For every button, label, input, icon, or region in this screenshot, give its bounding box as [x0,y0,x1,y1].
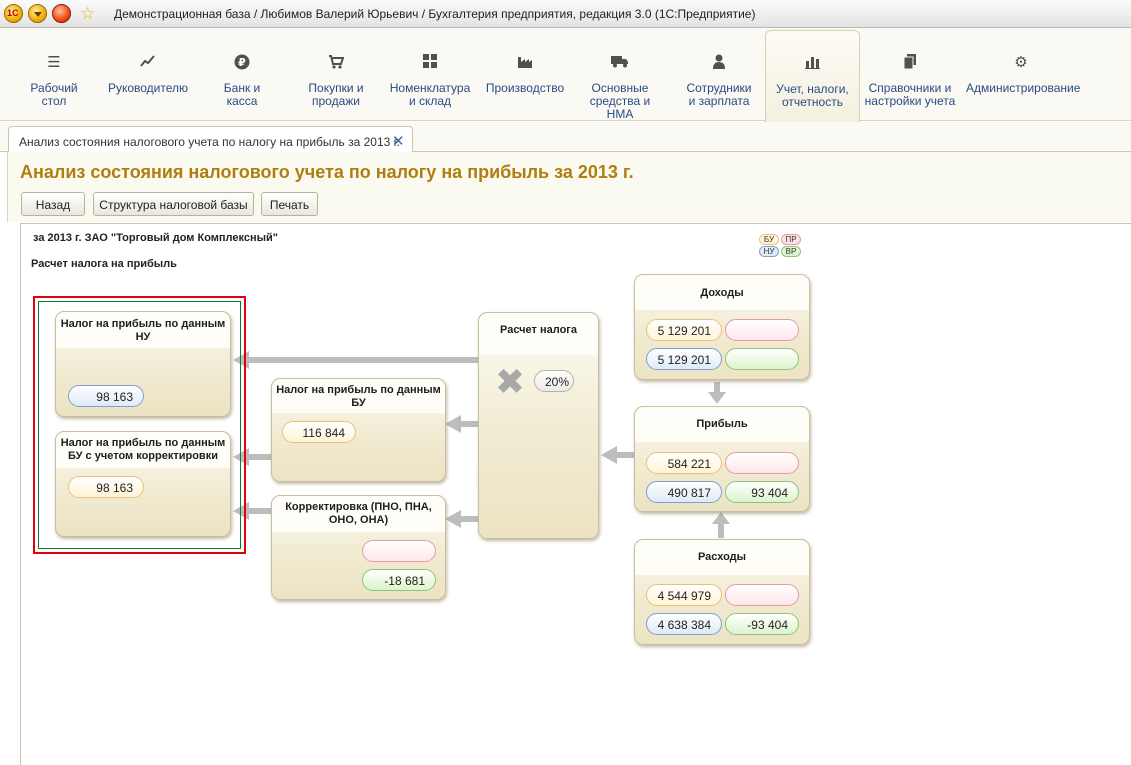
window-close-button[interactable] [52,4,71,23]
ruble-icon: ₽ [212,54,272,72]
arrow-adjustment-to-adjusted [247,508,271,514]
section-label: Справочники и настройки учета [864,81,956,108]
report-area: за 2013 г. ЗАО "Торговый дом Комплексный… [20,223,1131,765]
arrow-bu-to-adjusted [247,454,271,460]
box-adjustment[interactable]: Корректировка (ПНО, ПНА, ОНО, ОНА) -18 6… [271,495,446,600]
value-vr[interactable]: 93 404 [725,481,799,503]
documents-icon [864,54,956,72]
section-production[interactable]: Производство [484,28,566,121]
value-pr[interactable] [725,452,799,474]
box-title: Доходы [635,275,809,310]
value-bu[interactable]: 5 129 201 [646,319,722,341]
value-nu[interactable]: 4 638 384 [646,613,722,635]
tax-base-structure-button[interactable]: Структура налоговой базы [93,192,254,216]
list-icon: ☰ [47,54,61,71]
box-title: Налог на прибыль по данным БУ с учетом к… [56,432,230,468]
box-title: Прибыль [635,407,809,442]
arrowhead-expenses-to-profit [712,512,730,524]
back-button[interactable]: Назад [21,192,85,216]
print-button[interactable]: Печать [261,192,318,216]
box-tax-bu-adjusted[interactable]: Налог на прибыль по данным БУ с учетом к… [55,431,231,537]
value-bu[interactable]: 584 221 [646,452,722,474]
sections-panel: ☰ Рабочий стол Руководителю ₽ Банк и кас… [0,28,1131,122]
arrowhead-calc-to-bu [445,415,461,433]
section-staff[interactable]: Сотрудники и зарплата [683,28,755,121]
box-tax-bu[interactable]: Налог на прибыль по данным БУ 116 844 [271,378,446,482]
factory-icon [484,54,566,72]
section-label: Сотрудники и зарплата [686,81,752,108]
box-title: Корректировка (ПНО, ПНА, ОНО, ОНА) [272,496,445,532]
app-logo-icon[interactable]: 1С [4,4,23,23]
page-title: Анализ состояния налогового учета по нал… [20,162,634,182]
box-tax-calculation[interactable]: Расчет налога 20% [478,312,599,539]
section-reference-settings[interactable]: Справочники и настройки учета [864,28,956,121]
tax-rate-value[interactable]: 20% [534,370,574,392]
open-windows-bar: Анализ состояния налогового учета по нал… [0,122,1131,153]
main-menu-button[interactable] [28,4,47,23]
section-label: Производство [485,81,565,95]
arrow-calc-to-nu [247,357,479,363]
cart-icon [300,54,372,72]
box-title: Налог на прибыль по данным БУ [272,379,445,413]
window-title: Демонстрационная база / Любимов Валерий … [114,7,756,21]
section-accounting-taxes[interactable]: Учет, налоги, отчетность [765,30,860,122]
arrow-calc-to-bu [459,421,479,427]
section-desktop[interactable]: ☰ Рабочий стол [22,28,86,121]
arrow-expenses-to-profit [718,522,724,538]
value-bu[interactable]: 4 544 979 [646,584,722,606]
section-label: Банк и касса [223,81,261,108]
svg-text:₽: ₽ [238,56,246,69]
section-label: Учет, налоги, отчетность [776,82,849,109]
form-header: Анализ состояния налогового учета по нал… [7,152,1131,222]
section-inventory[interactable]: Номенклатура и склад [389,28,471,121]
section-label: Номенклатура и склад [389,81,471,108]
tab-label: Анализ состояния налогового учета по нал… [19,135,400,149]
multiply-icon: ✖ [495,361,526,402]
grid-icon [389,54,471,72]
value-pr[interactable] [725,319,799,341]
arrowhead-profit-to-calc [601,446,617,464]
box-title: Налог на прибыль по данным НУ [56,312,230,348]
box-tax-nu[interactable]: Налог на прибыль по данным НУ 98 163 [55,311,231,417]
value-nu[interactable]: 490 817 [646,481,722,503]
section-label: Руководителю [107,81,189,95]
value-bu[interactable]: 98 163 [68,476,144,498]
section-fixed-assets[interactable]: Основные средства и НМА [575,28,665,121]
window-title-bar: 1С ☆ Демонстрационная база / Любимов Вал… [0,0,1131,28]
box-expenses[interactable]: Расходы 4 544 979 4 638 384 -93 404 [634,539,810,645]
truck-icon [575,54,665,72]
value-nu[interactable]: 5 129 201 [646,348,722,370]
arrow-calc-to-adjustment [459,516,479,522]
value-vr[interactable] [725,348,799,370]
value-pr[interactable] [362,540,436,562]
box-profit[interactable]: Прибыль 584 221 490 817 93 404 [634,406,810,512]
tab-close-icon[interactable]: ✕ [392,132,405,150]
value-bu[interactable]: 116 844 [282,421,356,443]
arrow-profit-to-calc [615,452,635,458]
value-vr[interactable]: -93 404 [725,613,799,635]
section-label: Администрирование [966,81,1081,95]
section-label: Рабочий стол [30,81,78,108]
gear-icon: ⚙ [1014,54,1028,71]
tab-tax-analysis[interactable]: Анализ состояния налогового учета по нал… [8,126,413,153]
box-title: Расходы [635,540,809,575]
arrowhead-income-to-profit [708,392,726,404]
section-administration[interactable]: ⚙ Администрирование [966,28,1081,121]
section-bank[interactable]: ₽ Банк и касса [212,28,272,121]
person-icon [683,54,755,72]
bar-chart-icon [766,55,859,73]
value-vr[interactable]: -18 681 [362,569,436,591]
box-income[interactable]: Доходы 5 129 201 5 129 201 [634,274,810,380]
arrowhead-calc-to-adjustment [445,510,461,528]
value-pr[interactable] [725,584,799,606]
section-label: Основные средства и НМА [589,81,651,121]
section-sales[interactable]: Покупки и продажи [300,28,372,121]
section-label: Покупки и продажи [308,81,364,108]
trend-icon [106,54,190,72]
favorites-star-icon[interactable]: ☆ [80,4,95,23]
value-nu[interactable]: 98 163 [68,385,144,407]
box-title: Расчет налога [479,313,598,355]
section-manager[interactable]: Руководителю [106,28,190,121]
